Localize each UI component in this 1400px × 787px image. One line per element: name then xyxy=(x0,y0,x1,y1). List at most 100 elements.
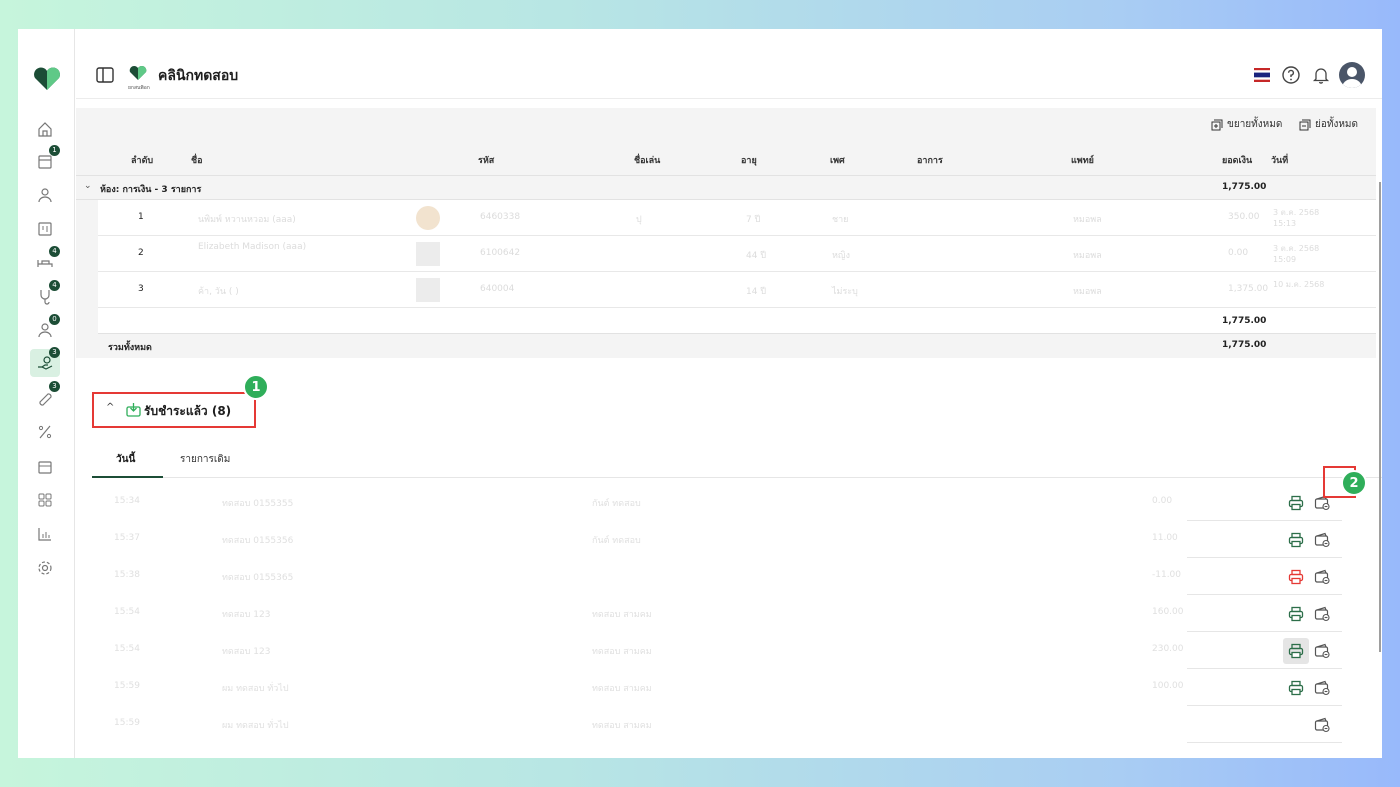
payment-amount: 160.00 xyxy=(1152,607,1184,617)
payment-received-icon xyxy=(126,403,141,417)
col-order[interactable]: ลำดับ xyxy=(131,153,153,167)
patient-photo xyxy=(416,278,440,302)
payment-row[interactable]: 15:54 ทดสอบ 123 ทดสอบ สามคม 230.00 xyxy=(92,632,1342,669)
sidebar-badge: 4 xyxy=(49,280,60,291)
payment-amount: 100.00 xyxy=(1152,681,1184,691)
page-scrollbar[interactable] xyxy=(1379,182,1381,652)
col-date[interactable]: วันที่ xyxy=(1271,153,1288,167)
payment-row[interactable]: 15:37 ทดสอบ 0155356 กันต์ ทดสอบ 11.00 xyxy=(92,521,1342,558)
paid-section-toggle[interactable]: ^ รับชำระแล้ว (8) xyxy=(92,392,256,428)
cancel-payment-button[interactable] xyxy=(1312,567,1332,587)
wallet-cancel-icon xyxy=(1314,680,1330,696)
tab-previous[interactable]: รายการเดิม xyxy=(180,452,230,467)
payment-time: 15:59 xyxy=(114,718,140,728)
notification-bell-icon[interactable] xyxy=(1311,65,1331,85)
sidebar-toggle-icon[interactable] xyxy=(96,67,114,83)
top-header: ยกสนพิอก คลินิกทดสอบ xyxy=(76,29,1382,99)
payment-row[interactable]: 15:34 ทดสอบ 0155355 กันต์ ทดสอบ 0.00 xyxy=(92,484,1342,521)
chevron-down-icon[interactable]: ⌄ xyxy=(84,181,92,191)
gear-icon xyxy=(38,561,52,575)
payment-payer: กันต์ ทดสอบ xyxy=(592,536,641,546)
payment-row[interactable]: 15:54 ทดสอบ 123 ทดสอบ สามคม 160.00 xyxy=(92,595,1342,632)
sidebar-item-apps[interactable] xyxy=(30,486,60,514)
row-gender: ไม่ระบุ xyxy=(832,287,858,297)
thai-flag-icon[interactable] xyxy=(1254,68,1270,82)
sidebar-item-medicine[interactable]: 4 xyxy=(30,280,60,310)
col-doctor[interactable]: แพทย์ xyxy=(1071,153,1094,167)
col-age[interactable]: อายุ xyxy=(741,153,757,167)
help-icon[interactable] xyxy=(1281,65,1301,85)
chevron-up-icon[interactable]: ^ xyxy=(106,402,114,413)
row-age: 7 ปี xyxy=(746,215,761,225)
sidebar-item-patients[interactable] xyxy=(30,181,60,209)
expand-all-button[interactable]: ขยายทั้งหมด xyxy=(1211,117,1282,132)
grand-total-row: รวมทั้งหมด 1,775.00 xyxy=(76,334,1376,358)
payment-row[interactable]: 15:59 ผม ทดสอบ ทั่วไป ทดสอบ สามคม xyxy=(92,706,1342,743)
row-nickname: ปุ xyxy=(636,215,642,225)
payment-payer: ทดสอบ สามคม xyxy=(592,721,652,731)
sidebar-item-store[interactable] xyxy=(30,452,60,480)
col-amount[interactable]: ยอดเงิน xyxy=(1222,153,1252,167)
total-label: รวมทั้งหมด xyxy=(108,343,152,353)
print-receipt-button[interactable] xyxy=(1286,678,1306,698)
col-gender[interactable]: เพศ xyxy=(830,153,845,167)
collapse-icon xyxy=(1299,119,1311,130)
row-amount: 0.00 xyxy=(1228,248,1249,258)
sidebar-item-board[interactable] xyxy=(30,215,60,243)
group-row-finance[interactable]: ⌄ ห้อง: การเงิน - 3 รายการ 1,775.00 xyxy=(76,176,1376,200)
payment-row[interactable]: 15:38 ทดสอบ 0155365 -11.00 xyxy=(92,558,1342,595)
cancel-payment-button[interactable] xyxy=(1312,530,1332,550)
row-amount: 350.00 xyxy=(1228,212,1260,222)
printer-icon xyxy=(1288,606,1304,622)
cancel-payment-button[interactable] xyxy=(1312,715,1332,735)
sidebar-item-discount[interactable] xyxy=(30,418,60,446)
brand-heart-logo[interactable] xyxy=(32,67,62,91)
annotation-marker-1: 1 xyxy=(243,374,269,400)
table-row[interactable]: 3 ค้า, วัน ( ) 640004 14 ปี ไม่ระบุ หมอพ… xyxy=(98,272,1376,308)
row-doctor: หมอพล xyxy=(1073,251,1102,261)
sidebar-badge: 0 xyxy=(49,314,60,325)
payment-ref: ผม ทดสอบ ทั่วไป xyxy=(222,684,289,694)
print-receipt-button[interactable] xyxy=(1286,530,1306,550)
row-gender: หญิง xyxy=(832,251,850,261)
payment-payer: ทดสอบ สามคม xyxy=(592,610,652,620)
print-receipt-button[interactable] xyxy=(1286,493,1306,513)
col-nickname[interactable]: ชื่อเล่น xyxy=(634,153,660,167)
sidebar-item-settings[interactable] xyxy=(30,554,60,582)
paid-tabs: วันนี้ รายการเดิม xyxy=(92,442,1382,478)
col-code[interactable]: รหัส xyxy=(478,153,494,167)
table-row[interactable]: 2 Elizabeth Madison (aaa) 6100642 44 ปี … xyxy=(98,236,1376,272)
sidebar-item-payment[interactable]: 3 xyxy=(30,347,60,377)
sidebar-item-home[interactable] xyxy=(30,115,60,143)
print-receipt-button[interactable] xyxy=(1286,567,1306,587)
row-gender: ชาย xyxy=(832,215,849,225)
row-age: 44 ปี xyxy=(746,251,767,261)
cancel-payment-button[interactable] xyxy=(1312,678,1332,698)
annotation-marker-2: 2 xyxy=(1341,470,1367,496)
sidebar-item-pharmacy[interactable]: 3 xyxy=(30,381,60,411)
print-receipt-button[interactable] xyxy=(1286,604,1306,624)
sidebar-item-calendar[interactable]: 1 xyxy=(30,145,60,175)
sidebar-item-reports[interactable] xyxy=(30,520,60,548)
patient-rows: 1 นพิมพ์ หวานหวอม (aaa) 6460338 ปุ 7 ปี … xyxy=(98,200,1376,308)
payment-time: 15:54 xyxy=(114,607,140,617)
col-symptom[interactable]: อาการ xyxy=(917,153,943,167)
row-date: 10 ม.ค. 2568 xyxy=(1273,280,1325,289)
printer-icon xyxy=(1288,532,1304,548)
payment-row[interactable]: 15:59 ผม ทดสอบ ทั่วไป ทดสอบ สามคม 100.00 xyxy=(92,669,1342,706)
cancel-payment-button[interactable] xyxy=(1312,604,1332,624)
collapse-all-button[interactable]: ย่อทั้งหมด xyxy=(1299,117,1358,132)
printer-icon xyxy=(1288,643,1304,659)
wallet-cancel-icon xyxy=(1314,717,1330,733)
subtotal-row: 1,775.00 xyxy=(98,308,1376,334)
row-date: 3 ต.ค. 2568 15:09 xyxy=(1273,244,1320,264)
sidebar-item-doctor[interactable]: 0 xyxy=(30,314,60,344)
tab-today[interactable]: วันนี้ xyxy=(116,452,135,467)
col-name[interactable]: ชื่อ xyxy=(191,153,203,167)
user-avatar[interactable] xyxy=(1339,62,1365,88)
table-row[interactable]: 1 นพิมพ์ หวานหวอม (aaa) 6460338 ปุ 7 ปี … xyxy=(98,200,1376,236)
sidebar-item-treatment[interactable]: 4 xyxy=(30,246,60,276)
expand-all-label: ขยายทั้งหมด xyxy=(1227,119,1283,130)
cancel-payment-button[interactable] xyxy=(1312,641,1332,661)
print-receipt-button[interactable] xyxy=(1283,638,1309,664)
